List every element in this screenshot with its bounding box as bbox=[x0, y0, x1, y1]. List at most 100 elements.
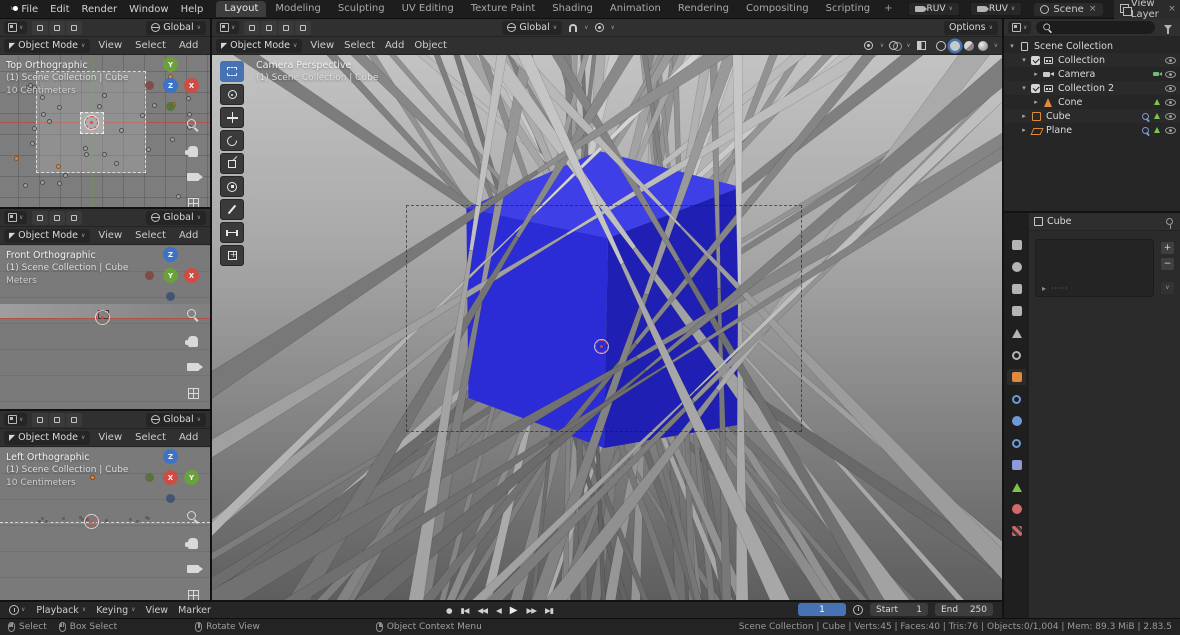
pan-hand-icon[interactable] bbox=[185, 333, 201, 349]
axis-z-handle[interactable]: Z bbox=[163, 247, 178, 262]
show-overlays-toggle[interactable] bbox=[887, 39, 903, 53]
timeline-menu-playback[interactable]: Playback ∨ bbox=[31, 605, 91, 616]
orientation-dropdown[interactable]: Global ∨ bbox=[146, 210, 206, 225]
add-button[interactable]: + bbox=[1160, 241, 1175, 255]
tool-cursor[interactable] bbox=[220, 84, 244, 105]
select-mode-lasso-button[interactable] bbox=[295, 20, 312, 35]
select-mode-circle-button[interactable] bbox=[66, 210, 83, 225]
xray-toggle[interactable] bbox=[914, 39, 930, 53]
nav-gizmo[interactable]: Z Y X bbox=[144, 247, 199, 301]
show-gizmo-toggle[interactable] bbox=[861, 39, 877, 53]
select-mode-circle-button[interactable] bbox=[66, 412, 83, 427]
nav-gizmo[interactable]: Y Z X bbox=[144, 57, 199, 111]
viewport-menu-view[interactable]: View bbox=[93, 431, 127, 444]
editor-type-button[interactable]: ∨ bbox=[1008, 21, 1032, 34]
menu-window[interactable]: Window bbox=[123, 3, 174, 16]
jump-end-button[interactable]: ▶▮ bbox=[543, 606, 555, 615]
workspace-tab-sculpting[interactable]: Sculpting bbox=[330, 1, 393, 17]
properties-tab-tool[interactable] bbox=[1007, 237, 1026, 253]
current-frame-field[interactable]: 1 bbox=[798, 603, 846, 616]
properties-tab-texture[interactable] bbox=[1007, 523, 1026, 539]
workspace-tab-compositing[interactable]: Compositing bbox=[738, 1, 817, 17]
axis-negx-handle[interactable] bbox=[145, 271, 154, 280]
add-workspace-button[interactable]: + bbox=[879, 1, 897, 17]
select-mode-box-button[interactable] bbox=[261, 20, 278, 35]
unlink-icon[interactable]: × bbox=[1167, 4, 1177, 14]
axis-x-handle[interactable]: X bbox=[184, 78, 199, 93]
viewport-menu-select[interactable]: Select bbox=[130, 229, 171, 242]
shading-material-button[interactable] bbox=[963, 40, 974, 51]
scene-selector[interactable]: Scene × bbox=[1034, 2, 1104, 16]
tool-select-box[interactable] bbox=[220, 61, 244, 82]
viewport-menu-object[interactable]: Object bbox=[206, 229, 210, 242]
outliner-row-plane[interactable]: ▸ Plane bbox=[1004, 123, 1180, 137]
pan-hand-icon[interactable] bbox=[185, 535, 201, 551]
zoom-icon[interactable] bbox=[185, 117, 201, 133]
snap-toggle[interactable] bbox=[565, 21, 581, 35]
view-layer-selector[interactable]: View Layer × bbox=[1114, 0, 1180, 21]
tool-rotate[interactable] bbox=[220, 130, 244, 151]
properties-tab-scene[interactable] bbox=[1007, 325, 1026, 341]
disclosure-icon[interactable]: ▸ bbox=[1032, 70, 1040, 78]
zoom-icon[interactable] bbox=[185, 509, 201, 525]
viewport-menu-select[interactable]: Select bbox=[339, 39, 380, 52]
menu-help[interactable]: Help bbox=[175, 3, 210, 16]
editor-type-button[interactable]: ∨ bbox=[4, 413, 28, 426]
select-mode-box-button[interactable] bbox=[49, 20, 66, 35]
shading-rendered-button[interactable] bbox=[977, 40, 988, 51]
axis-y-handle[interactable]: Y bbox=[184, 470, 199, 485]
workspace-tab-uv-editing[interactable]: UV Editing bbox=[394, 1, 462, 17]
outliner-search[interactable] bbox=[1036, 21, 1155, 34]
properties-tab-modifiers[interactable] bbox=[1007, 391, 1026, 407]
workspace-tab-scripting[interactable]: Scripting bbox=[818, 1, 878, 17]
visibility-toggle[interactable] bbox=[1165, 56, 1176, 64]
viewport-menu-select[interactable]: Select bbox=[130, 431, 171, 444]
properties-tab-constraints[interactable] bbox=[1007, 457, 1026, 473]
disclosure-icon[interactable]: ▾ bbox=[1008, 42, 1016, 50]
orientation-dropdown[interactable]: Global ∨ bbox=[502, 20, 563, 35]
axis-x-handle[interactable]: X bbox=[184, 268, 199, 283]
tool-add-cube[interactable] bbox=[220, 245, 244, 266]
axis-negx-handle[interactable] bbox=[145, 81, 154, 90]
visibility-toggle[interactable] bbox=[1165, 84, 1176, 92]
viewport-menu-object[interactable]: Object bbox=[206, 431, 210, 444]
zoom-icon[interactable] bbox=[185, 307, 201, 323]
select-mode-box-button[interactable] bbox=[49, 210, 66, 225]
properties-tab-material[interactable] bbox=[1007, 501, 1026, 517]
disclosure-icon[interactable]: ▸ bbox=[1020, 112, 1028, 120]
viewport-left-canvas[interactable]: Left Orthographic (1) Scene Collection |… bbox=[0, 447, 210, 600]
ruv-button-2[interactable]: RUV ∨ bbox=[969, 2, 1023, 16]
mode-dropdown[interactable]: ◤ Object Mode ∨ bbox=[4, 430, 91, 445]
select-mode-tweak-button[interactable] bbox=[32, 210, 49, 225]
remove-button[interactable]: − bbox=[1160, 257, 1175, 271]
select-mode-tweak-button[interactable] bbox=[32, 412, 49, 427]
viewport-menu-object[interactable]: Object bbox=[409, 39, 452, 52]
unlink-icon[interactable]: × bbox=[1088, 4, 1098, 14]
select-mode-circle-button[interactable] bbox=[66, 20, 83, 35]
properties-tab-object-data[interactable] bbox=[1007, 479, 1026, 495]
shading-wireframe-button[interactable] bbox=[935, 40, 946, 51]
disclosure-icon[interactable]: ▸ bbox=[1032, 98, 1040, 106]
workspace-tab-layout[interactable]: Layout bbox=[216, 1, 267, 17]
viewport-menu-add[interactable]: Add bbox=[174, 431, 203, 444]
axis-x-handle[interactable]: X bbox=[163, 470, 178, 485]
viewport-menu-view[interactable]: View bbox=[305, 39, 339, 52]
orientation-dropdown[interactable]: Global ∨ bbox=[146, 20, 206, 35]
camera-view-icon[interactable] bbox=[185, 561, 203, 577]
outliner-row-camera[interactable]: ▸ Camera bbox=[1004, 67, 1180, 81]
prev-keyframe-button[interactable]: ◀◀ bbox=[475, 606, 489, 615]
proportional-edit-toggle[interactable] bbox=[592, 21, 608, 35]
viewport-menu-view[interactable]: View bbox=[93, 229, 127, 242]
viewport-menu-add[interactable]: Add bbox=[174, 229, 203, 242]
visibility-toggle[interactable] bbox=[1165, 98, 1176, 106]
viewport-menu-view[interactable]: View bbox=[93, 39, 127, 52]
editor-type-button[interactable]: ∨ bbox=[4, 21, 28, 34]
menu-render[interactable]: Render bbox=[76, 3, 124, 16]
workspace-tab-shading[interactable]: Shading bbox=[544, 1, 601, 17]
outliner-row-collection-2[interactable]: ▾ Collection 2 bbox=[1004, 81, 1180, 95]
visibility-toggle[interactable] bbox=[1165, 70, 1176, 78]
workspace-tab-texture-paint[interactable]: Texture Paint bbox=[463, 1, 544, 17]
tool-measure[interactable] bbox=[220, 222, 244, 243]
search-input[interactable] bbox=[1056, 22, 1149, 33]
shading-solid-button[interactable] bbox=[949, 40, 960, 51]
